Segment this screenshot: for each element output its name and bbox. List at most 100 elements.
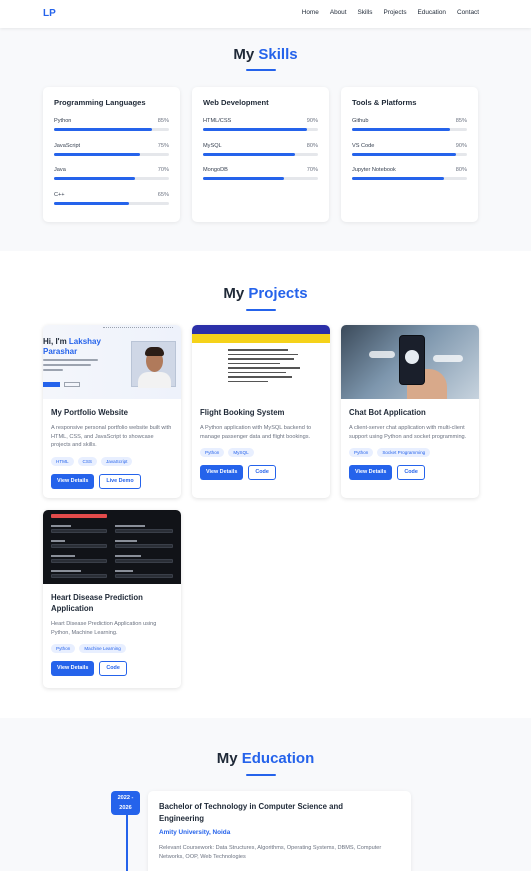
tag: Machine Learning — [79, 644, 126, 653]
thumb-subtext — [43, 359, 103, 373]
skill-percent: 80% — [455, 167, 467, 173]
section-title-accent: Projects — [248, 285, 308, 302]
projects-section: My Projects Hi, I'm Lakshay Parashar My … — [0, 251, 531, 718]
section-title: My Skills — [0, 46, 531, 63]
tag: JavaScript — [100, 456, 133, 466]
project-tags: HTML CSS JavaScript — [51, 456, 173, 466]
skill-row: JavaScript 75% — [54, 143, 169, 156]
section-title-prefix: My — [216, 750, 238, 767]
view-details-button[interactable]: View Details — [51, 473, 95, 489]
skill-percent: 85% — [157, 118, 169, 124]
project-thumbnail[interactable] — [192, 325, 330, 399]
skill-bar — [203, 177, 318, 180]
skill-bar — [203, 128, 318, 131]
section-title-prefix: My — [233, 46, 255, 63]
skill-card-programming: Programming Languages Python 85% JavaScri… — [43, 87, 180, 222]
profile-photo — [131, 341, 176, 388]
skill-row: HTML/CSS 90% — [203, 118, 318, 131]
nav-link-home[interactable]: Home — [302, 9, 319, 16]
section-underline — [246, 774, 276, 776]
skill-bar-fill — [352, 128, 450, 131]
skill-percent: 65% — [157, 192, 169, 198]
live-demo-button[interactable]: Live Demo — [99, 473, 141, 489]
skill-name: HTML/CSS — [203, 118, 232, 124]
project-title: Heart Disease Prediction Application — [51, 593, 143, 613]
project-description: Heart Disease Prediction Application usi… — [51, 621, 157, 636]
project-buttons: View Details Code — [51, 661, 173, 676]
skill-name: JavaScript — [54, 143, 81, 149]
project-description: A client-server chat application with mu… — [349, 425, 467, 440]
skill-row: Jupyter Notebook 80% — [352, 167, 467, 180]
skill-card-web: Web Development HTML/CSS 90% MySQL 80% Mon… — [192, 87, 329, 222]
skill-percent: 80% — [306, 143, 318, 149]
skill-bar — [54, 177, 169, 180]
tag: MySQL — [228, 448, 254, 457]
skill-bar-fill — [54, 177, 135, 180]
project-card-portfolio: Hi, I'm Lakshay Parashar My Portfolio We… — [43, 325, 181, 498]
skill-row: Python 85% — [54, 118, 169, 131]
skill-card-title: Tools & Platforms — [352, 98, 417, 107]
section-title-accent: Skills — [258, 46, 298, 63]
project-buttons: View Details Code — [349, 465, 471, 480]
code-button[interactable]: Code — [99, 661, 127, 676]
nav-link-education[interactable]: Education — [418, 9, 446, 16]
project-thumbnail[interactable] — [43, 510, 181, 584]
project-title: Chat Bot Application — [349, 408, 426, 417]
skill-row: VS Code 90% — [352, 143, 467, 156]
skill-bar — [203, 153, 318, 156]
skill-name: Java — [54, 167, 66, 173]
project-buttons: View Details Code — [200, 465, 322, 480]
skill-bar-fill — [352, 177, 444, 180]
skill-name: Github — [352, 118, 369, 124]
skill-bar — [352, 177, 467, 180]
chat-bubble — [369, 351, 395, 358]
skill-row: Java 70% — [54, 167, 169, 180]
skill-name: C++ — [54, 192, 65, 198]
nav-link-skills[interactable]: Skills — [358, 9, 373, 16]
robot-icon — [405, 350, 419, 364]
skill-percent: 70% — [306, 167, 318, 173]
timeline-line — [126, 808, 128, 871]
skill-bar — [54, 202, 169, 205]
view-details-button[interactable]: View Details — [200, 465, 244, 480]
skill-card-title: Web Development — [203, 98, 269, 107]
skill-bar — [54, 128, 169, 131]
degree-title: Bachelor of Technology in Computer Scien… — [159, 802, 343, 823]
section-title: My Education — [0, 750, 531, 767]
project-thumbnail[interactable] — [341, 325, 479, 399]
skill-bar-fill — [203, 128, 307, 131]
project-card-chatbot: Chat Bot Application A client-server cha… — [341, 325, 479, 498]
code-button[interactable]: Code — [248, 465, 276, 480]
code-button[interactable]: Code — [397, 465, 425, 480]
skill-percent: 75% — [157, 143, 169, 149]
nav-link-projects[interactable]: Projects — [383, 9, 406, 16]
skill-row: C++ 65% — [54, 192, 169, 205]
skill-bar-fill — [352, 153, 456, 156]
project-tags: Python Machine Learning — [51, 644, 173, 653]
skills-section: My Skills Programming Languages Python 85… — [0, 28, 531, 251]
thumb-button — [64, 382, 80, 387]
skill-bar — [352, 153, 467, 156]
view-details-button[interactable]: View Details — [51, 661, 95, 676]
skill-percent: 70% — [157, 167, 169, 173]
tag: Socket Programming — [377, 448, 431, 457]
tag: Python — [200, 448, 225, 457]
project-body: Heart Disease Prediction Application Hea… — [51, 592, 173, 676]
project-card-flight: Flight Booking System A Python applicati… — [192, 325, 330, 498]
tag: Python — [51, 644, 76, 653]
logo[interactable]: LP — [43, 8, 56, 19]
project-description: A responsive personal portfolio website … — [51, 425, 172, 448]
project-title: Flight Booking System — [200, 408, 285, 417]
nav-link-contact[interactable]: Contact — [457, 9, 479, 16]
view-details-button[interactable]: View Details — [349, 465, 393, 480]
skill-card-title: Programming Languages — [54, 98, 146, 107]
tag: Python — [349, 448, 374, 457]
project-thumbnail[interactable]: Hi, I'm Lakshay Parashar — [43, 325, 181, 399]
skill-name: MySQL — [203, 143, 222, 149]
thumb-button — [43, 382, 60, 387]
section-title-accent: Education — [241, 750, 315, 767]
project-buttons: View Details Live Demo — [51, 473, 173, 489]
skill-bar-fill — [54, 202, 129, 205]
nav-link-about[interactable]: About — [330, 9, 347, 16]
skill-card-tools: Tools & Platforms Github 85% VS Code 90% J… — [341, 87, 478, 222]
